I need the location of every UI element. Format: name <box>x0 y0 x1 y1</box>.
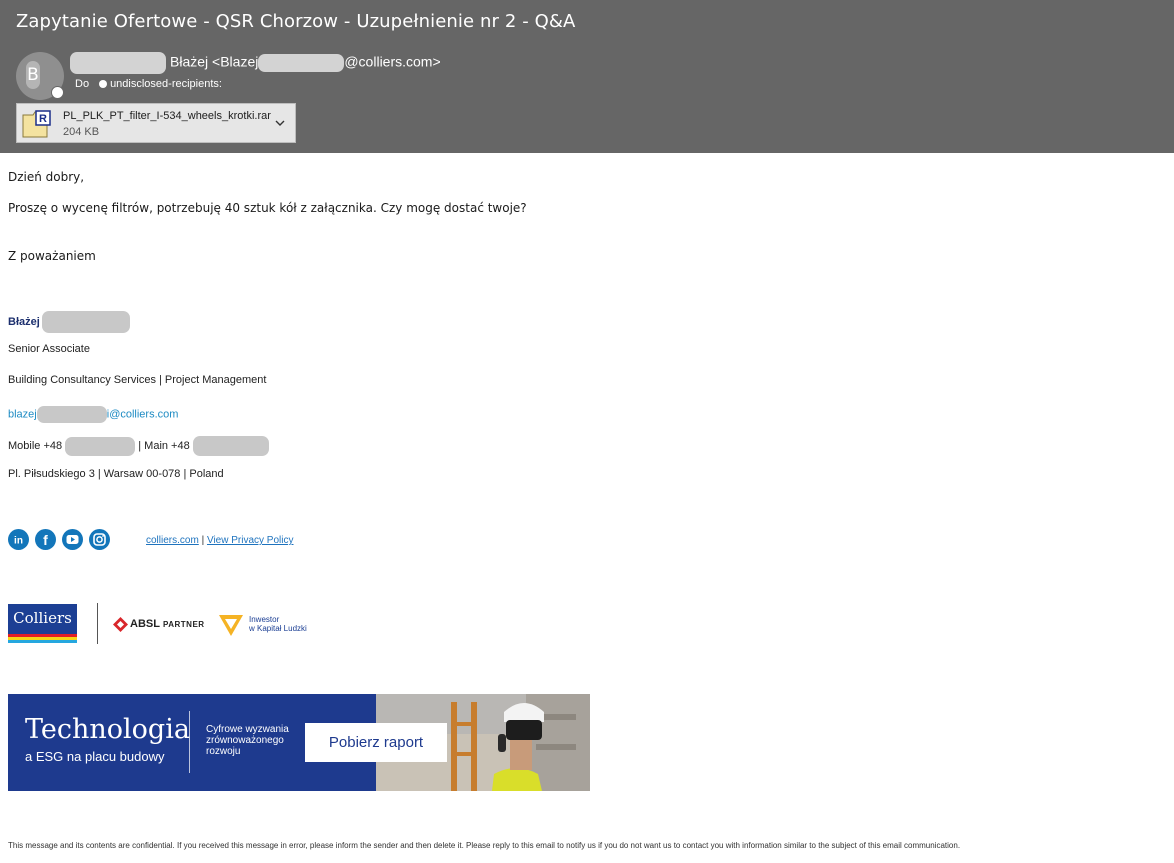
signature-title: Senior Associate <box>8 343 90 355</box>
colliers-logo-text: Colliers <box>13 609 72 627</box>
email-header: Zapytanie Ofertowe - QSR Chorzow - Uzupe… <box>0 0 1174 153</box>
privacy-policy-link[interactable]: View Privacy Policy <box>207 535 294 546</box>
confidentiality-disclaimer: This message and its contents are confid… <box>8 841 961 850</box>
promo-banner[interactable]: Technologia a ESG na placu budowy Cyfrow… <box>8 694 590 791</box>
signature-name: Błażej <box>8 311 130 333</box>
mobile-label: Mobile +48 <box>8 439 63 452</box>
greeting-text: Dzień dobry, <box>8 170 85 184</box>
signature-address: Pl. Piłsudskiego 3 | Warsaw 00-078 | Pol… <box>8 468 224 480</box>
banner-desc-line-3: rozwoju <box>206 746 241 757</box>
redacted-mobile <box>65 436 136 456</box>
investor-mark-icon <box>219 615 243 636</box>
message-text: Proszę o wycenę filtrów, potrzebuję 40 s… <box>8 201 527 215</box>
banner-description: Cyfrowe wyzwania zrównoważonego rozwoju <box>206 724 301 757</box>
recipients-line: Do undisclosed-recipients: <box>75 78 222 90</box>
recipient-status-icon <box>99 80 108 89</box>
attachment-filename: PL_PLK_PT_filter_I-534_wheels_krotki.rar <box>63 110 271 122</box>
absl-brand-text: ABSL <box>130 618 160 630</box>
banner-headline: Technologia <box>25 714 190 745</box>
closing-text: Z poważaniem <box>8 249 96 263</box>
instagram-icon[interactable] <box>89 529 110 550</box>
signature-phones: Mobile +48 | Main +48 <box>8 436 269 456</box>
rar-archive-icon: R <box>22 110 51 138</box>
facebook-icon[interactable]: f <box>35 529 56 550</box>
svg-text:R: R <box>39 113 47 125</box>
banner-desc-line-2: zrównoważonego <box>206 735 284 746</box>
redacted-signature-email <box>36 406 107 423</box>
sender-line[interactable]: Błażej <Blazej @colliers.com> <box>70 52 441 74</box>
investor-line-2: w Kapitał Ludzki <box>249 624 307 633</box>
redacted-main-phone <box>192 436 269 456</box>
banner-desc-line-1: Cyfrowe wyzwania <box>206 724 289 735</box>
colliers-logo[interactable]: Colliers <box>8 604 77 643</box>
linkedin-icon[interactable]: in <box>8 529 29 550</box>
attachment-card[interactable]: R PL_PLK_PT_filter_I-534_wheels_krotki.r… <box>16 103 296 143</box>
download-report-button[interactable]: Pobierz raport <box>305 723 447 762</box>
svg-text:f: f <box>43 532 48 548</box>
email-subject: Zapytanie Ofertowe - QSR Chorzow - Uzupe… <box>16 11 576 32</box>
sender-name: Błażej <box>170 53 209 70</box>
avatar-initial: B <box>26 61 40 89</box>
to-value[interactable]: undisclosed-recipients: <box>110 78 222 90</box>
absl-partner-text: PARTNER <box>163 620 205 629</box>
banner-divider <box>189 711 190 773</box>
signature-links: colliers.com | View Privacy Policy <box>146 535 293 546</box>
to-label: Do <box>75 78 90 90</box>
link-separator: | <box>201 535 205 546</box>
redacted-signature-surname <box>41 311 130 333</box>
signature-department: Building Consultancy Services | Project … <box>8 374 267 386</box>
chevron-down-icon[interactable] <box>273 116 287 130</box>
redacted-email-part <box>258 54 345 72</box>
sender-email-prefix: <Blazej <box>212 53 259 70</box>
signature-email-prefix: blazej <box>8 408 37 421</box>
sender-email-suffix: @colliers.com> <box>344 53 441 70</box>
youtube-icon[interactable] <box>62 529 83 550</box>
svg-text:in: in <box>14 536 23 547</box>
signature-email[interactable]: blazej i@colliers.com <box>8 406 178 423</box>
banner-subline: a ESG na placu budowy <box>25 749 165 764</box>
signature-email-suffix: i@colliers.com <box>106 408 179 421</box>
logo-stripe-cyan <box>8 640 77 643</box>
main-label: | Main +48 <box>138 439 190 452</box>
presence-status-icon <box>51 86 64 99</box>
absl-mark-icon <box>113 617 128 632</box>
signature-first-name: Błażej <box>8 315 40 328</box>
logo-divider <box>97 603 98 644</box>
website-link[interactable]: colliers.com <box>146 535 199 546</box>
redacted-surname <box>70 52 166 74</box>
investor-line-1: Inwestor <box>249 615 280 624</box>
sender-avatar[interactable]: B <box>16 52 64 100</box>
attachment-size: 204 KB <box>63 126 100 138</box>
